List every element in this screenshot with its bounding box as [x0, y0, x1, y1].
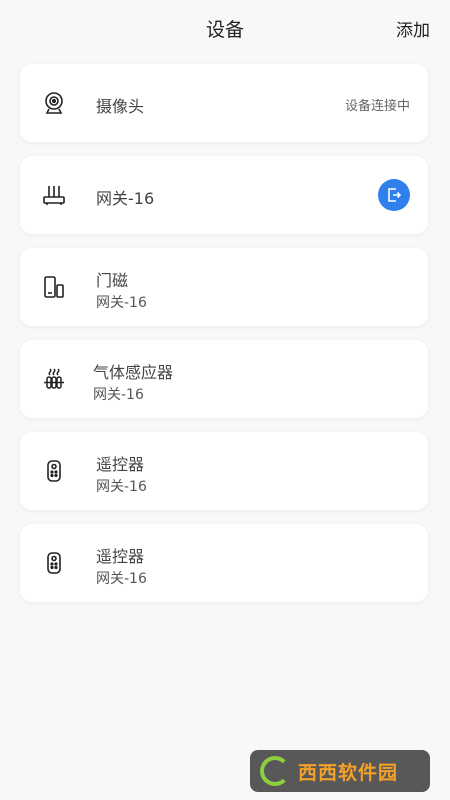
device-name: 网关-16 [96, 189, 155, 208]
device-gateway-label: 网关-16 [96, 571, 147, 587]
device-gateway-label: 网关-16 [96, 479, 147, 495]
device-card-gas-sensor[interactable]: 气体感应器 网关-16 [20, 340, 428, 418]
remote-icon [42, 459, 66, 483]
watermark-text: 西西软件园 [298, 761, 399, 784]
page-title: 设备 [205, 19, 244, 41]
device-card-camera[interactable]: 摄像头 设备连接中 [20, 64, 428, 142]
door-sensor-icon [42, 275, 66, 299]
gateway-action-button[interactable] [378, 179, 410, 211]
add-device-button[interactable]: 添加 [396, 16, 430, 41]
device-card-gateway[interactable]: 网关-16 [20, 156, 428, 234]
device-name: 遥控器 [96, 547, 145, 566]
remote-icon [42, 551, 66, 575]
logo-c-icon [260, 756, 290, 786]
device-name: 门磁 [96, 271, 129, 290]
gas-sensor-icon [42, 367, 66, 391]
device-name: 遥控器 [96, 455, 145, 474]
watermark-logo: 西西软件园 [250, 750, 430, 792]
device-gateway-label: 网关-16 [93, 387, 144, 403]
device-card-remote[interactable]: 遥控器 网关-16 [20, 524, 428, 602]
camera-icon [42, 91, 66, 115]
device-name: 气体感应器 [93, 363, 174, 382]
device-status: 设备连接中 [344, 99, 410, 114]
device-card-door-sensor[interactable]: 门磁 网关-16 [20, 248, 428, 326]
router-icon [42, 183, 66, 207]
device-card-remote[interactable]: 遥控器 网关-16 [20, 432, 428, 510]
device-gateway-label: 网关-16 [96, 295, 147, 311]
exit-icon [386, 187, 402, 203]
device-name: 摄像头 [96, 97, 145, 116]
header: 设备 添加 [0, 0, 450, 56]
